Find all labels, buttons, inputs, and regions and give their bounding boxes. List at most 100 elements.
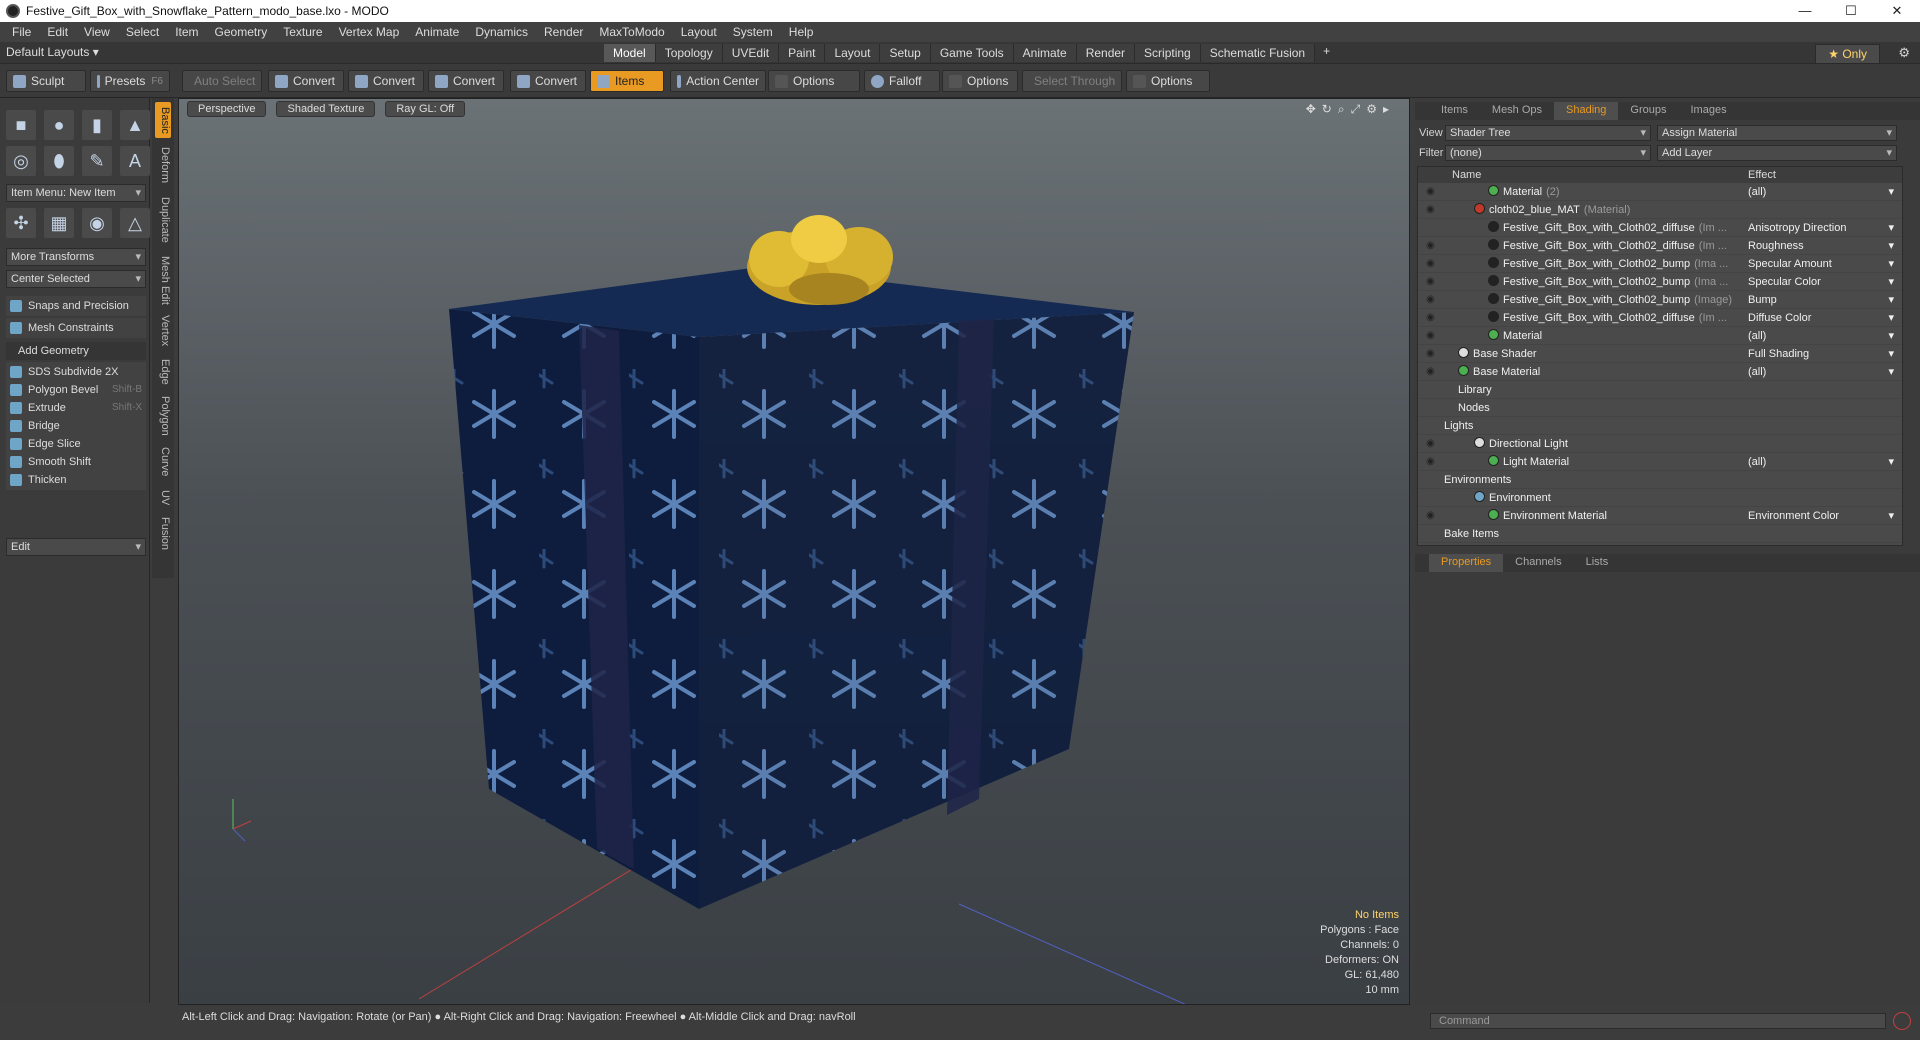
action-center-button[interactable]: Action Center [670,70,766,92]
visibility-eye-icon[interactable]: ◉ [1426,507,1435,525]
vtab-duplicate[interactable]: Duplicate [155,192,171,248]
row-effect-dropdown[interactable]: Anisotropy Direction [1748,219,1898,237]
sculpt-button[interactable]: Sculpt [6,70,86,92]
vtab-edge[interactable]: Edge [155,356,171,388]
minimize-button[interactable]: — [1782,0,1828,22]
options-button-1[interactable]: Options [768,70,860,92]
visibility-eye-icon[interactable]: ◉ [1426,327,1435,345]
menu-file[interactable]: File [4,25,39,39]
name-column-header[interactable]: Name [1452,167,1748,183]
add-tab-icon[interactable]: + [1315,44,1338,62]
shader-tree-row[interactable]: ◉ Festive_Gift_Box_with_Cloth02_diffuse (I… [1418,237,1902,255]
tab-images[interactable]: Images [1679,102,1739,120]
shader-tree-row[interactable]: Lights [1418,417,1902,435]
vtab-mesh-edit[interactable]: Mesh Edit [155,254,171,306]
menu-geometry[interactable]: Geometry [207,25,276,39]
row-effect-dropdown[interactable]: Roughness [1748,237,1898,255]
row-effect-dropdown[interactable]: (all) [1748,453,1898,471]
visibility-eye-icon[interactable]: ◉ [1426,183,1435,201]
shader-tree-row[interactable]: Nodes [1418,399,1902,417]
default-layouts-dropdown[interactable]: Default Layouts ▾ [6,45,99,59]
shader-tree-row[interactable]: ◉ Material (all) [1418,327,1902,345]
text-icon[interactable]: A [120,146,150,176]
torus-icon[interactable]: ◎ [6,146,36,176]
pen-icon[interactable]: ✎ [82,146,112,176]
visibility-eye-icon[interactable]: ◉ [1426,255,1435,273]
globe-icon[interactable]: ◉ [82,208,112,238]
tab-layout[interactable]: Layout [825,44,881,62]
menu-vertex-map[interactable]: Vertex Map [331,25,408,39]
shader-tree-row[interactable]: Environment [1418,489,1902,507]
menu-system[interactable]: System [725,25,781,39]
tab-model[interactable]: Model [604,44,656,62]
menu-layout[interactable]: Layout [673,25,725,39]
tab-groups[interactable]: Groups [1618,102,1678,120]
view-dropdown[interactable]: Shader Tree [1445,125,1651,141]
convert-button-2[interactable]: Convert [348,70,424,92]
edit-dropdown[interactable]: Edit [6,538,146,556]
tool-sds-subdivide-2x[interactable]: SDS Subdivide 2X [6,362,146,382]
effect-column-header[interactable]: Effect [1748,167,1776,183]
shader-tree-row[interactable]: ◉ Festive_Gift_Box_with_Cloth02_bump (Ima … [1418,255,1902,273]
cone-icon[interactable]: ▲ [120,110,150,140]
sphere-icon[interactable]: ● [44,110,74,140]
row-effect-dropdown[interactable]: Full Shading [1748,345,1898,363]
tab-uvedit[interactable]: UVEdit [722,44,780,62]
cylinder-icon[interactable]: ▮ [82,110,112,140]
row-effect-dropdown[interactable]: (all) [1748,183,1898,201]
convert-button-1[interactable]: Convert [268,70,344,92]
falloff-button[interactable]: Falloff [864,70,940,92]
tool-extrude[interactable]: Extrude Shift-X [6,398,146,418]
assign-material-dropdown[interactable]: Assign Material [1657,125,1897,141]
tab-setup[interactable]: Setup [880,44,931,62]
tab-game-tools[interactable]: Game Tools [930,44,1014,62]
filter-dropdown[interactable]: (none) [1445,145,1651,161]
add-geometry-section[interactable]: Add Geometry [6,342,146,360]
tab-render[interactable]: Render [1076,44,1136,62]
menu-maxtomodo[interactable]: MaxToModo [591,25,672,39]
visibility-eye-icon[interactable]: ◉ [1426,201,1435,219]
shader-tree-row[interactable]: ◉ Base Shader Full Shading [1418,345,1902,363]
capsule-icon[interactable]: ⬮ [44,146,74,176]
items-mode-button[interactable]: Items [590,70,664,92]
shader-tree-row[interactable]: ◉ Festive_Gift_Box_with_Cloth02_bump (Ima … [1418,273,1902,291]
visibility-eye-icon[interactable]: ◉ [1426,453,1435,471]
shader-tree-row[interactable]: ◉ Environment Material Environment Color [1418,507,1902,525]
shader-tree-row[interactable]: ◉ Base Material (all) [1418,363,1902,381]
item-menu-dropdown[interactable]: Item Menu: New Item [6,184,146,202]
menu-item[interactable]: Item [167,25,206,39]
more-transforms-dropdown[interactable]: More Transforms [6,248,146,266]
visibility-eye-icon[interactable]: ◉ [1426,435,1435,453]
convert-button-4[interactable]: Convert [510,70,586,92]
tab-schematic-fusion[interactable]: Schematic Fusion [1200,44,1316,62]
tab-channels[interactable]: Channels [1503,554,1573,572]
menu-edit[interactable]: Edit [39,25,76,39]
menu-help[interactable]: Help [781,25,822,39]
visibility-eye-icon[interactable]: ◉ [1426,345,1435,363]
menu-view[interactable]: View [76,25,118,39]
tab-scripting[interactable]: Scripting [1135,44,1201,62]
command-record-icon[interactable] [1893,1012,1911,1030]
shader-tree-row[interactable]: ◉ Directional Light [1418,435,1902,453]
visibility-eye-icon[interactable]: ◉ [1426,273,1435,291]
auto-select-button[interactable]: Auto Select [182,70,262,92]
row-effect-dropdown[interactable]: Specular Color [1748,273,1898,291]
options-button-2[interactable]: Options [942,70,1018,92]
tab-lists[interactable]: Lists [1574,554,1621,572]
menu-select[interactable]: Select [118,25,167,39]
add-layer-dropdown[interactable]: Add Layer [1657,145,1897,161]
shader-tree-row[interactable]: Environments [1418,471,1902,489]
visibility-eye-icon[interactable]: ◉ [1426,363,1435,381]
vtab-vertex[interactable]: Vertex [155,312,171,350]
tab-animate[interactable]: Animate [1013,44,1077,62]
row-effect-dropdown[interactable]: Diffuse Color [1748,309,1898,327]
visibility-eye-icon[interactable]: ◉ [1426,237,1435,255]
maximize-button[interactable]: ☐ [1828,0,1874,22]
shader-tree-row[interactable]: ◉ Light Material (all) [1418,453,1902,471]
shader-tree-row[interactable]: ◉ Festive_Gift_Box_with_Cloth02_diffuse (I… [1418,309,1902,327]
grid-icon[interactable]: ▦ [44,208,74,238]
tab-shading[interactable]: Shading [1554,102,1619,120]
close-button[interactable]: ✕ [1874,0,1920,22]
tab-paint[interactable]: Paint [779,44,826,62]
shader-tree-row[interactable]: ◉ Festive_Gift_Box_with_Cloth02_bump (Imag… [1418,291,1902,309]
